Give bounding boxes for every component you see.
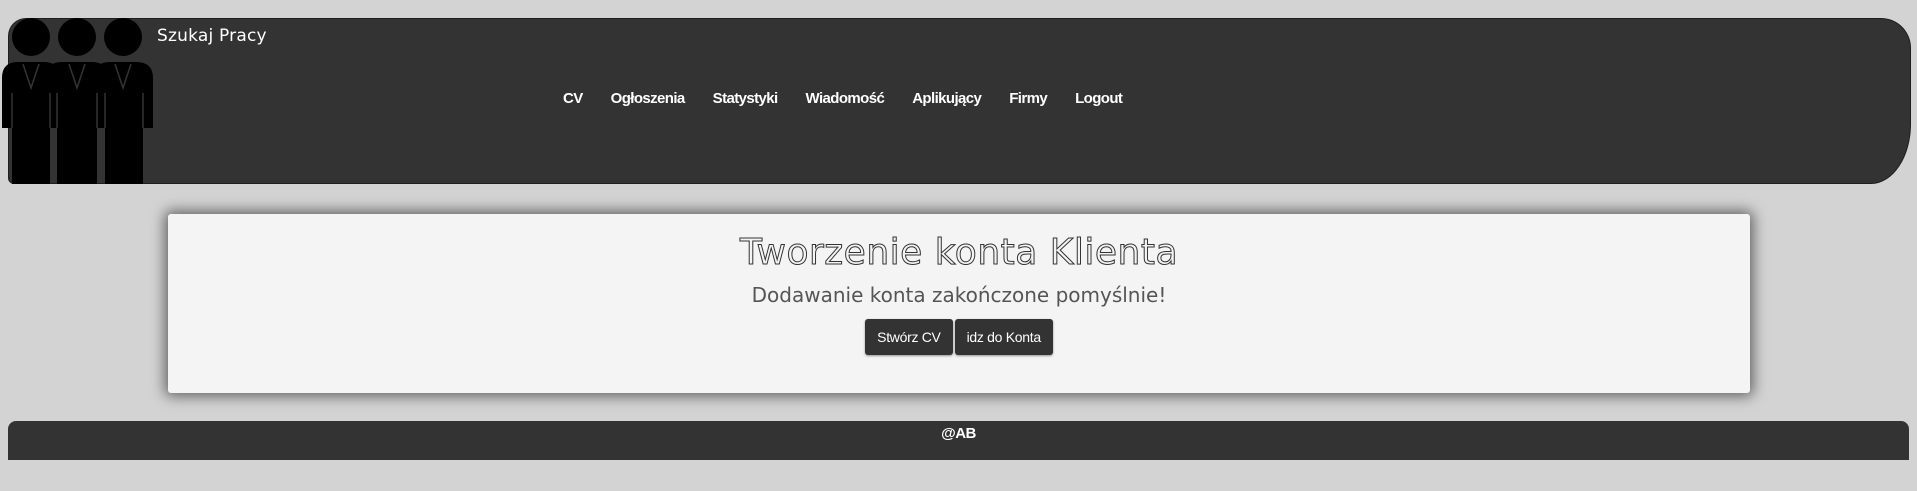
page-title: Tworzenie konta Klienta	[739, 232, 1179, 274]
nav-item-ogloszenia[interactable]: Ogłoszenia	[611, 90, 686, 107]
footer-copyright: @AB	[941, 425, 976, 442]
nav-item-aplikujacy[interactable]: Aplikujący	[912, 90, 982, 107]
footer-bar: @AB	[8, 421, 1909, 460]
go-to-account-button[interactable]: idz do Konta	[954, 319, 1053, 355]
action-buttons: Stwórz CV idz do Konta	[168, 319, 1750, 355]
success-message: Dodawanie konta zakończone pomyślnie!	[751, 283, 1167, 307]
main-nav: CV Ogłoszenia Statystyki Wiadomość Aplik…	[563, 90, 1150, 107]
nav-item-wiadomosc[interactable]: Wiadomość	[806, 90, 885, 107]
nav-item-statystyki[interactable]: Statystyki	[713, 90, 778, 107]
brand-link[interactable]: Szukaj Pracy	[157, 26, 267, 46]
nav-item-cv[interactable]: CV	[563, 90, 583, 107]
nav-item-logout[interactable]: Logout	[1075, 90, 1123, 107]
content-card: Tworzenie konta Klienta Dodawanie konta …	[168, 214, 1750, 393]
create-cv-button[interactable]: Stwórz CV	[865, 319, 953, 355]
people-group-icon[interactable]	[0, 18, 156, 184]
nav-item-firmy[interactable]: Firmy	[1009, 90, 1047, 107]
